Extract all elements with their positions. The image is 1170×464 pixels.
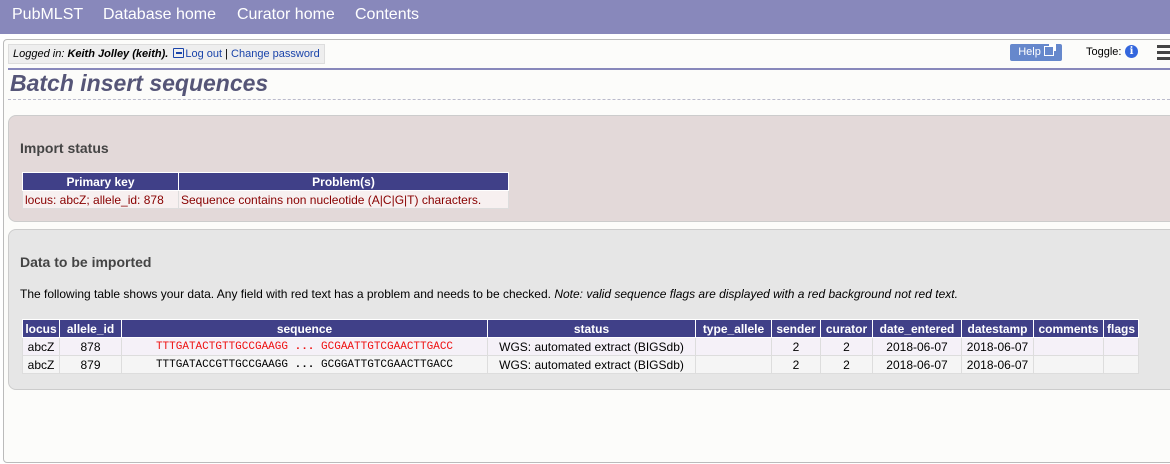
data-import-table: locus allele_id sequence status type_all…: [22, 319, 1139, 374]
comments-cell: [1033, 355, 1104, 374]
help-label: Help: [1018, 46, 1041, 58]
nav-curator-home[interactable]: Curator home: [237, 6, 335, 24]
problem-cell: Sequence contains non nucleotide (A|C|G|…: [178, 190, 509, 209]
sequence-ellipsis: ...: [294, 340, 315, 353]
curator-cell: 2: [820, 355, 873, 374]
logged-in-user: Keith Jolley (keith).: [67, 48, 169, 60]
logout-icon: [173, 48, 185, 58]
desc-note: Note: valid sequence flags are displayed…: [554, 287, 958, 301]
col-header: locus: [22, 319, 60, 338]
logout-link[interactable]: Log out: [185, 48, 222, 60]
status-cell: WGS: automated extract (BIGSdb): [487, 337, 696, 356]
datestamp-cell: 2018-06-07: [961, 355, 1034, 374]
table-row: abcZ 878 TTTGATACTGTTGCCGAAGG ... GCGAAT…: [22, 337, 1139, 356]
sequence-end: GCGAATTGTCGAACTTGACC: [321, 340, 454, 353]
comments-cell: [1033, 337, 1104, 356]
type-allele-cell: [695, 337, 772, 356]
data-import-panel: Data to be imported The following table …: [8, 229, 1170, 390]
sender-cell: 2: [771, 355, 821, 374]
sender-cell: 2: [771, 337, 821, 356]
flags-cell: [1103, 355, 1139, 374]
nav-contents[interactable]: Contents: [355, 6, 419, 24]
curator-cell: 2: [820, 337, 873, 356]
allele-id-cell: 878: [59, 337, 122, 356]
sequence-cell: TTTGATACTGTTGCCGAAGG ... GCGAATTGTCGAACT…: [121, 337, 488, 356]
col-header: datestamp: [961, 319, 1034, 338]
import-status-panel: Import status Primary key Problem(s) loc…: [8, 115, 1170, 222]
col-header: status: [487, 319, 696, 338]
sequence-cell: TTTGATACCGTTGCCGAAGG ... GCGGATTGTCGAACT…: [121, 355, 488, 374]
info-toggle-icon[interactable]: i: [1125, 45, 1138, 58]
col-header: Problem(s): [178, 172, 509, 191]
login-status-bar: Logged in: Keith Jolley (keith). Log out…: [8, 44, 325, 64]
import-status-heading: Import status: [20, 140, 109, 156]
hamburger-menu-icon[interactable]: [1157, 45, 1170, 61]
col-header: comments: [1033, 319, 1104, 338]
title-divider: [8, 99, 1170, 100]
col-header: date_entered: [872, 319, 962, 338]
page-title: Batch insert sequences: [10, 70, 269, 96]
date-entered-cell: 2018-06-07: [872, 355, 962, 374]
date-entered-cell: 2018-06-07: [872, 337, 962, 356]
nav-database-home[interactable]: Database home: [103, 6, 216, 24]
col-header: Primary key: [22, 172, 179, 191]
table-header-row: Primary key Problem(s): [22, 172, 509, 191]
col-header: curator: [820, 319, 873, 338]
flags-cell: [1103, 337, 1139, 356]
nav-pubmlst[interactable]: PubMLST: [12, 6, 83, 24]
primary-key-cell: locus: abcZ; allele_id: 878: [22, 190, 179, 209]
data-import-heading: Data to be imported: [20, 254, 152, 270]
desc-text: The following table shows your data. Any…: [20, 287, 555, 301]
change-password-link[interactable]: Change password: [231, 48, 320, 60]
sequence-start: TTTGATACTGTTGCCGAAGG: [155, 340, 288, 353]
col-header: sequence: [121, 319, 488, 338]
help-button[interactable]: Help: [1010, 44, 1062, 61]
col-header: flags: [1103, 319, 1139, 338]
locus-cell: abcZ: [22, 337, 60, 356]
type-allele-cell: [695, 355, 772, 374]
col-header: sender: [771, 319, 821, 338]
data-import-description: The following table shows your data. Any…: [20, 287, 958, 301]
status-cell: WGS: automated extract (BIGSdb): [487, 355, 696, 374]
table-row: locus: abcZ; allele_id: 878 Sequence con…: [22, 190, 509, 209]
import-status-table: Primary key Problem(s) locus: abcZ; alle…: [22, 172, 509, 209]
table-row: abcZ 879 TTTGATACCGTTGCCGAAGG ... GCGGAT…: [22, 355, 1139, 374]
external-link-icon: [1043, 44, 1056, 56]
locus-cell: abcZ: [22, 355, 60, 374]
toggle-label: Toggle:: [1086, 46, 1122, 58]
datestamp-cell: 2018-06-07: [961, 337, 1034, 356]
sequence-start: TTTGATACCGTTGCCGAAGG: [155, 358, 288, 371]
sequence-ellipsis: ...: [294, 358, 315, 371]
sequence-end: GCGGATTGTCGAACTTGACC: [321, 358, 454, 371]
allele-id-cell: 879: [59, 355, 122, 374]
top-nav-bar: PubMLST Database home Curator home Conte…: [0, 0, 1170, 34]
table-header-row: locus allele_id sequence status type_all…: [22, 319, 1139, 338]
col-header: allele_id: [59, 319, 122, 338]
login-prefix: Logged in:: [13, 48, 68, 60]
col-header: type_allele: [695, 319, 772, 338]
link-separator: |: [222, 48, 232, 60]
